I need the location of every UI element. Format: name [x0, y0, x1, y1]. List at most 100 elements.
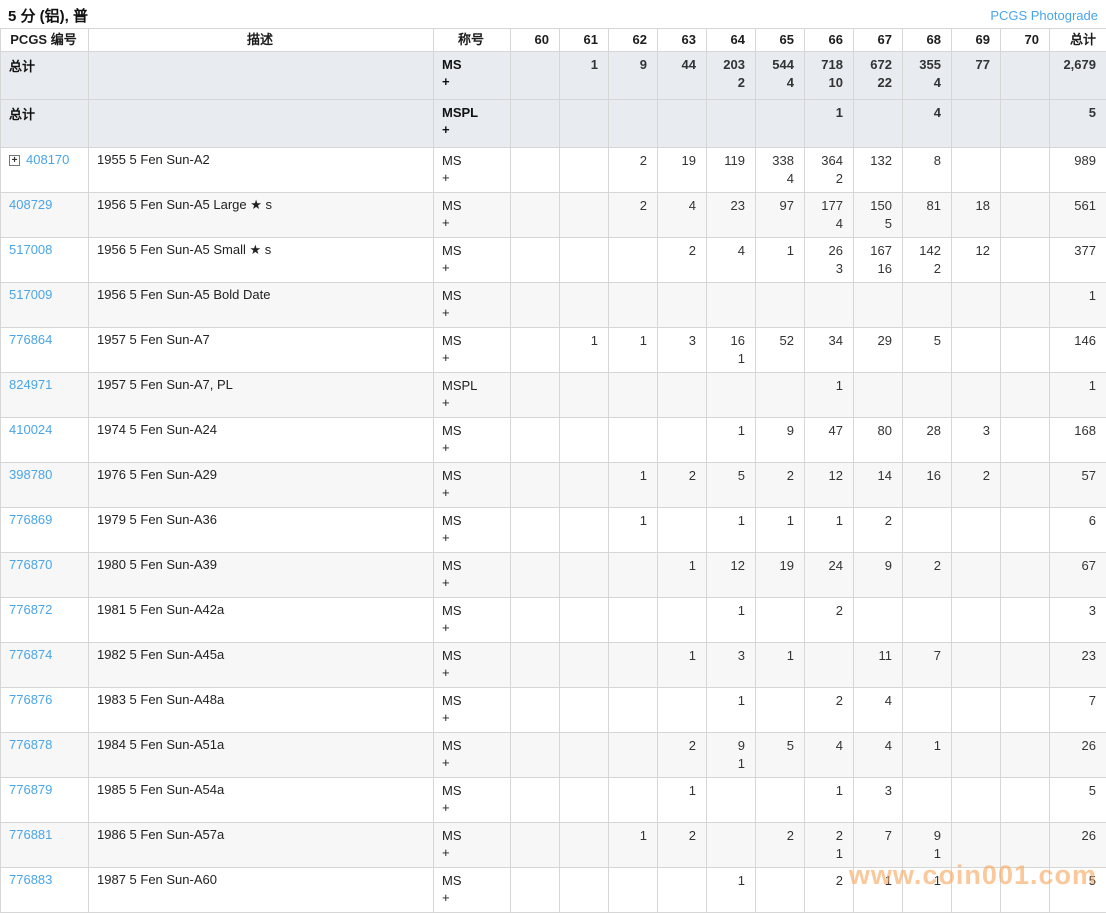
grade-cell-66: 2	[805, 598, 854, 643]
grade-cell-64: 1	[707, 598, 756, 643]
grade-cell-68	[903, 283, 952, 328]
designation-cell: MS+	[434, 868, 511, 913]
total-cell: 57	[1050, 463, 1106, 508]
grade-cell-65: 9	[756, 418, 805, 463]
grade-cell-65: 3384	[756, 148, 805, 193]
designation-cell: MS+	[434, 148, 511, 193]
grade-cell-70	[1001, 52, 1050, 100]
pcgs-number-link[interactable]: 776874	[9, 647, 52, 662]
grade-cell-67: 1505	[854, 193, 903, 238]
pcgs-number-link[interactable]: 776883	[9, 872, 52, 887]
grade-cell-65: 52	[756, 328, 805, 373]
pcgs-number-link[interactable]: 776878	[9, 737, 52, 752]
grade-cell-67: 1	[854, 868, 903, 913]
grade-cell-60	[511, 52, 560, 100]
total-cell: 2,679	[1050, 52, 1106, 100]
grade-cell-70	[1001, 553, 1050, 598]
pcgs-number-link[interactable]: 776864	[9, 332, 52, 347]
grade-cell-62	[609, 373, 658, 418]
grade-cell-60	[511, 148, 560, 193]
description-cell: 1984 5 Fen Sun-A51a	[89, 733, 434, 778]
table-row: 7768831987 5 Fen Sun-A60MS+12115	[1, 868, 1106, 913]
grade-cell-69: 12	[952, 238, 1001, 283]
grade-cell-64: 1	[707, 418, 756, 463]
pcgs-photograde-link[interactable]: PCGS Photograde	[990, 8, 1098, 23]
grade-cell-62	[609, 733, 658, 778]
grade-cell-70	[1001, 148, 1050, 193]
grade-cell-67: 2	[854, 508, 903, 553]
table-row: 5170081956 5 Fen Sun-A5 Small ★ sMS+2412…	[1, 238, 1106, 283]
grade-cell-60	[511, 238, 560, 283]
grade-cell-63	[658, 418, 707, 463]
pcgs-number-link[interactable]: 408170	[26, 152, 69, 167]
designation-cell: MS+	[434, 52, 511, 100]
pcgs-number-link[interactable]: 410024	[9, 422, 52, 437]
grade-cell-63: 3	[658, 328, 707, 373]
header-grade-67: 67	[854, 29, 903, 52]
table-row: 5170091956 5 Fen Sun-A5 Bold DateMS+1	[1, 283, 1106, 328]
grade-cell-62	[609, 778, 658, 823]
description-cell	[89, 100, 434, 148]
pcgs-number-link[interactable]: 776876	[9, 692, 52, 707]
pcgs-number-link[interactable]: 776879	[9, 782, 52, 797]
pcgs-number-link[interactable]: 776870	[9, 557, 52, 572]
pcgs-number-cell: 824971	[1, 373, 89, 418]
grade-cell-60	[511, 598, 560, 643]
grade-cell-61	[560, 643, 609, 688]
grade-cell-69	[952, 733, 1001, 778]
grade-cell-61	[560, 553, 609, 598]
table-row: 4100241974 5 Fen Sun-A24MS+194780283168	[1, 418, 1106, 463]
header-designation: 称号	[434, 29, 511, 52]
grade-cell-65: 2	[756, 823, 805, 868]
page-title: 5 分 (铝), 普	[8, 5, 88, 26]
grade-cell-69	[952, 643, 1001, 688]
grade-cell-70	[1001, 823, 1050, 868]
pcgs-number-link[interactable]: 517008	[9, 242, 52, 257]
grade-cell-61	[560, 688, 609, 733]
grade-cell-66: 4	[805, 733, 854, 778]
description-cell: 1956 5 Fen Sun-A5 Bold Date	[89, 283, 434, 328]
total-cell: 168	[1050, 418, 1106, 463]
grade-cell-61	[560, 778, 609, 823]
grade-cell-66: 34	[805, 328, 854, 373]
description-cell: 1956 5 Fen Sun-A5 Small ★ s	[89, 238, 434, 283]
grade-cell-64: 1	[707, 688, 756, 733]
table-row: 7768691979 5 Fen Sun-A36MS+111126	[1, 508, 1106, 553]
pcgs-number-link[interactable]: 776869	[9, 512, 52, 527]
grade-cell-67: 132	[854, 148, 903, 193]
grade-cell-68: 5	[903, 328, 952, 373]
grade-cell-65	[756, 373, 805, 418]
pcgs-number-link[interactable]: 398780	[9, 467, 52, 482]
grade-cell-69: 3	[952, 418, 1001, 463]
pcgs-number-link[interactable]: 776881	[9, 827, 52, 842]
grade-cell-62: 2	[609, 193, 658, 238]
grade-cell-70	[1001, 328, 1050, 373]
table-row: 3987801976 5 Fen Sun-A29MS+1252121416257	[1, 463, 1106, 508]
grade-cell-70	[1001, 598, 1050, 643]
grade-cell-60	[511, 823, 560, 868]
pcgs-number-cell: 408729	[1, 193, 89, 238]
grade-cell-63: 1	[658, 553, 707, 598]
header-pcgs-number: PCGS 编号	[1, 29, 89, 52]
grade-cell-60	[511, 193, 560, 238]
grade-cell-69	[952, 778, 1001, 823]
pcgs-number-cell: 776878	[1, 733, 89, 778]
grade-cell-62	[609, 868, 658, 913]
grade-cell-62: 2	[609, 148, 658, 193]
grade-cell-61: 1	[560, 52, 609, 100]
grade-cell-62	[609, 553, 658, 598]
grade-cell-64: 12	[707, 553, 756, 598]
expand-icon[interactable]: +	[9, 155, 20, 166]
description-cell: 1982 5 Fen Sun-A45a	[89, 643, 434, 688]
grade-cell-64	[707, 823, 756, 868]
grade-cell-69	[952, 148, 1001, 193]
pcgs-number-link[interactable]: 824971	[9, 377, 52, 392]
grade-cell-66: 24	[805, 553, 854, 598]
pcgs-number-link[interactable]: 776872	[9, 602, 52, 617]
description-cell: 1957 5 Fen Sun-A7, PL	[89, 373, 434, 418]
table-row: 7768721981 5 Fen Sun-A42aMS+123	[1, 598, 1106, 643]
pcgs-number-link[interactable]: 408729	[9, 197, 52, 212]
grade-cell-67: 3	[854, 778, 903, 823]
total-cell: 26	[1050, 823, 1106, 868]
pcgs-number-link[interactable]: 517009	[9, 287, 52, 302]
